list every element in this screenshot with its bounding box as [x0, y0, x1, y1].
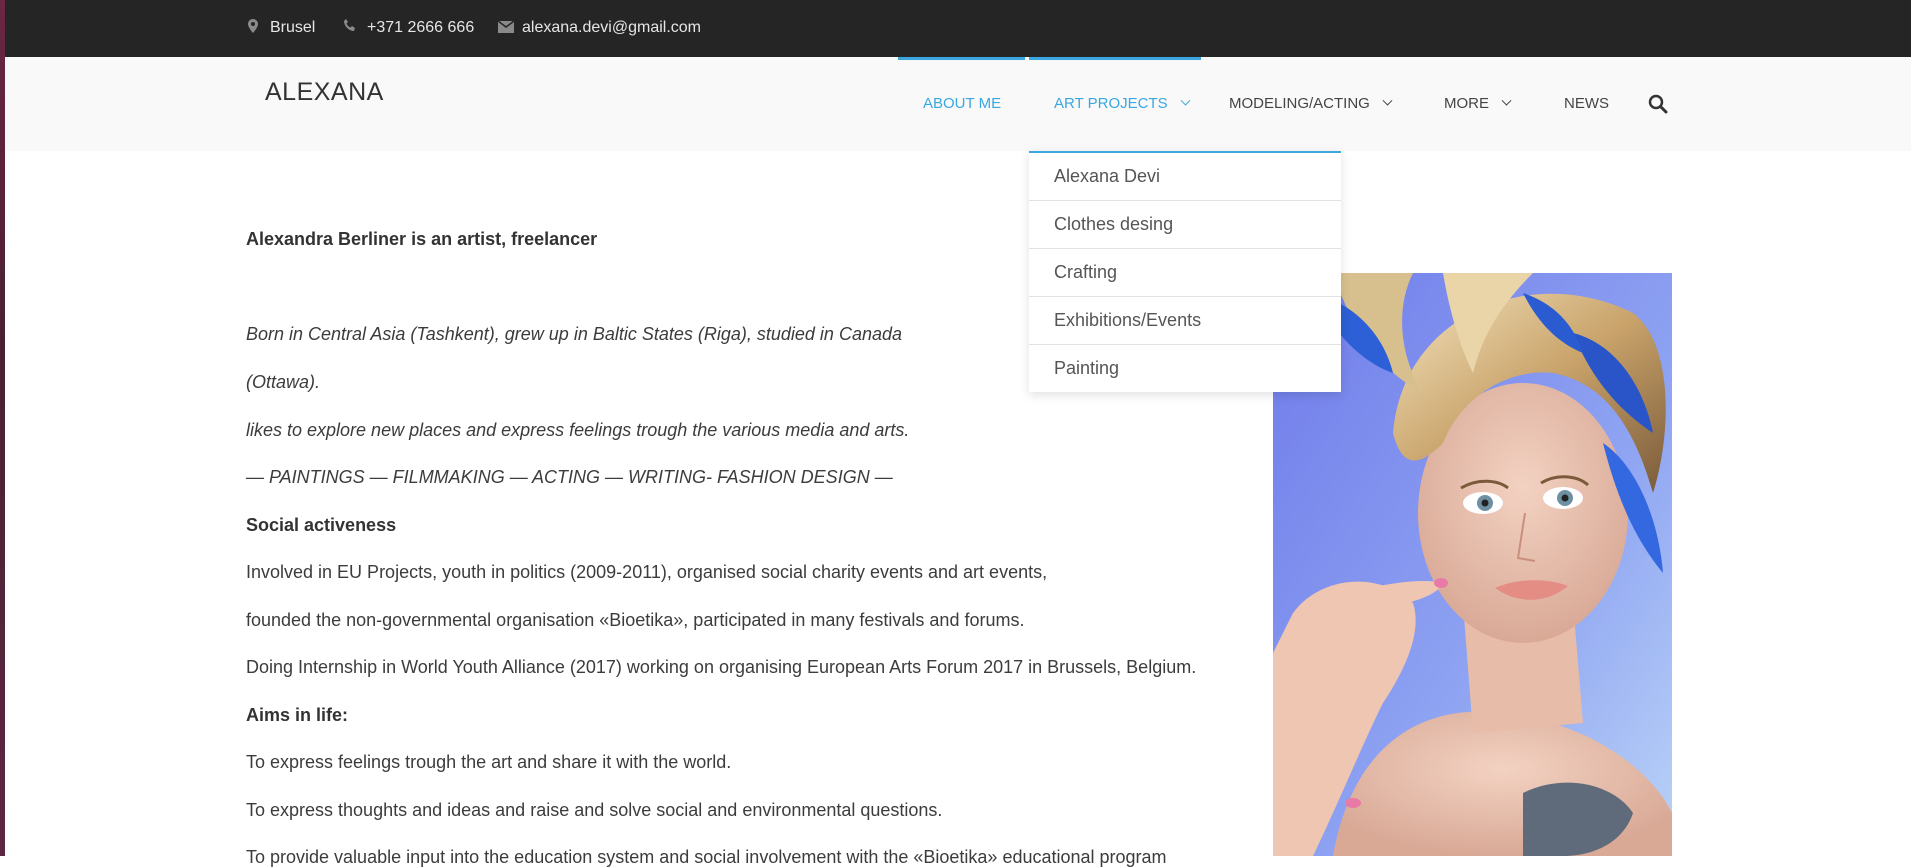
nav-modeling-acting-label: MODELING/ACTING — [1229, 95, 1370, 112]
aim-line-2: To express thoughts and ideas and raise … — [246, 800, 943, 820]
dropdown-item-alexana-devi[interactable]: Alexana Devi — [1029, 153, 1341, 201]
email-info[interactable]: alexana.devi@gmail.com — [497, 19, 701, 37]
dropdown-item-exhibitions-events[interactable]: Exhibitions/Events — [1029, 297, 1341, 345]
social-heading: Social activeness — [246, 515, 397, 535]
bio-born-line-1: Born in Central Asia (Tashkent), grew up… — [246, 324, 902, 344]
art-projects-dropdown: Alexana Devi Clothes desing Crafting Exh… — [1029, 151, 1341, 392]
aim-line-1: To express feelings trough the art and s… — [246, 752, 732, 772]
social-line-2: founded the non-governmental organisatio… — [246, 610, 1025, 630]
location-info: Brusel — [246, 19, 315, 37]
phone-info[interactable]: +371 2666 666 — [343, 19, 474, 37]
social-line-1: Involved in EU Projects, youth in politi… — [246, 562, 1048, 582]
social-line-3: Doing Internship in World Youth Alliance… — [246, 657, 1197, 677]
nav-about-me[interactable]: ABOUT ME — [923, 95, 1001, 112]
map-marker-icon — [246, 19, 260, 37]
top-contact-bar: Brusel +371 2666 666 alexana.devi@gmail.… — [5, 0, 1911, 57]
site-logo[interactable]: ALEXANA — [265, 78, 384, 107]
dropdown-item-clothes-design[interactable]: Clothes desing — [1029, 201, 1341, 249]
nav-underline-about — [898, 57, 1025, 60]
nav-more-label: MORE — [1444, 95, 1489, 112]
dropdown-item-painting[interactable]: Painting — [1029, 345, 1341, 392]
site-header: ALEXANA ABOUT ME ART PROJECTS MODELING/A… — [5, 57, 1911, 151]
nav-modeling-acting[interactable]: MODELING/ACTING — [1229, 95, 1393, 112]
nav-about-me-label: ABOUT ME — [923, 95, 1002, 112]
envelope-icon — [497, 19, 515, 37]
intro-heading: Alexandra Berliner is an artist, freelan… — [246, 229, 598, 249]
bio-skills: — PAINTINGS — FILMMAKING — ACTING — WRIT… — [246, 467, 893, 487]
phone-text: +371 2666 666 — [367, 19, 475, 36]
bio-born-line-2: (Ottawa). — [246, 372, 321, 392]
chevron-down-icon — [1382, 95, 1393, 106]
nav-news-label: NEWS — [1564, 95, 1609, 112]
bio-explore: likes to explore new places and express … — [246, 420, 910, 440]
nav-art-projects-label: ART PROJECTS — [1054, 95, 1168, 112]
search-icon[interactable] — [1648, 94, 1670, 116]
phone-icon — [343, 19, 357, 37]
nav-news[interactable]: NEWS — [1564, 95, 1609, 112]
location-text: Brusel — [270, 19, 316, 36]
dropdown-item-crafting[interactable]: Crafting — [1029, 249, 1341, 297]
email-text: alexana.devi@gmail.com — [522, 19, 701, 36]
chevron-down-icon — [1180, 95, 1191, 106]
nav-more[interactable]: MORE — [1444, 95, 1512, 112]
aim-line-3: To provide valuable input into the educa… — [246, 847, 1167, 867]
chevron-down-icon — [1501, 95, 1512, 106]
aims-heading: Aims in life: — [246, 705, 349, 725]
nav-underline-art — [1029, 57, 1201, 60]
nav-art-projects[interactable]: ART PROJECTS — [1054, 95, 1191, 112]
